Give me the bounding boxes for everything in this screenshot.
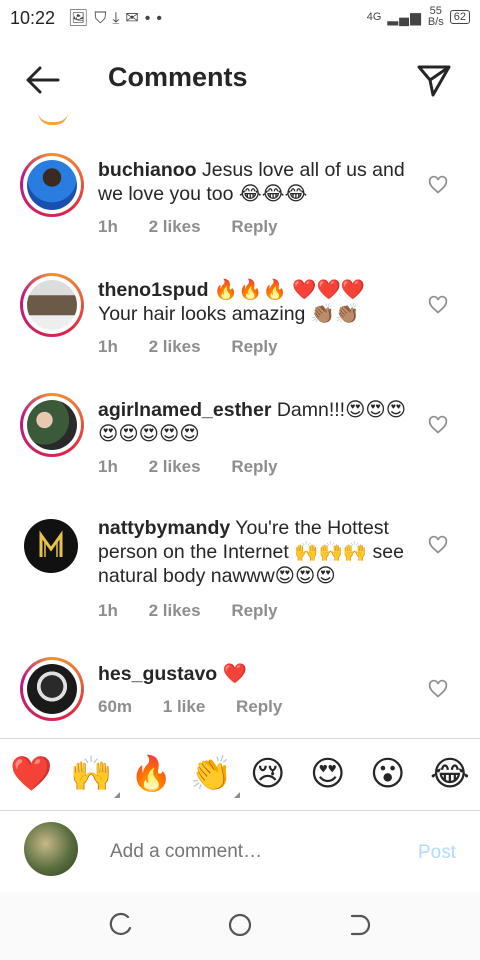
avatar[interactable] xyxy=(20,153,84,217)
recent-apps-icon[interactable] xyxy=(108,912,134,938)
comment-time: 1h xyxy=(98,601,118,620)
comment-username[interactable]: buchianoo xyxy=(98,159,197,181)
comment-meta: 1h 2 likes Reply xyxy=(98,457,304,477)
reaction-fire-button[interactable]: 🔥 xyxy=(130,754,172,794)
like-heart-icon[interactable] xyxy=(428,679,448,699)
comment-likes[interactable]: 1 like xyxy=(163,697,206,716)
reaction-heart-eyes-button[interactable]: 😍 xyxy=(310,754,345,794)
quick-reactions-bar: ❤️ 🙌 🔥 👏 😢 😍 😮 😂 xyxy=(0,748,480,804)
like-heart-icon[interactable] xyxy=(428,415,448,435)
comment-text: agirlnamed_esther Damn!!!😍😍😍😍😍😍😍😍 xyxy=(98,398,408,446)
reply-button[interactable]: Reply xyxy=(231,601,277,620)
reaction-cry-button[interactable]: 😢 xyxy=(250,754,285,794)
avatar[interactable] xyxy=(20,515,84,579)
reaction-wow-button[interactable]: 😮 xyxy=(370,754,405,794)
reply-button[interactable]: Reply xyxy=(231,217,277,236)
back-nav-icon[interactable] xyxy=(346,912,372,938)
reaction-clap-button[interactable]: 👏 xyxy=(190,754,241,798)
comment-time: 60m xyxy=(98,697,133,716)
skin-tone-indicator xyxy=(114,792,121,798)
skin-tone-indicator xyxy=(234,792,241,798)
comment-likes[interactable]: 2 likes xyxy=(149,457,201,476)
post-button[interactable]: Post xyxy=(418,842,456,864)
like-heart-icon[interactable] xyxy=(428,175,448,195)
comment-likes[interactable]: 2 likes xyxy=(149,337,201,356)
comment-username[interactable]: nattybymandy xyxy=(98,517,230,539)
status-bar: 10:22 🖼⛉⤓✉•• 4G ▂▄▆ 55 B/s 62 xyxy=(0,0,480,36)
like-heart-icon[interactable] xyxy=(428,535,448,555)
signal-icon: ▂▄▆ xyxy=(387,8,422,25)
comment-text: theno1spud 🔥🔥🔥 ❤️❤️❤️ Your hair looks am… xyxy=(98,278,408,326)
comment-composer: Post xyxy=(0,812,480,892)
divider xyxy=(0,738,480,739)
add-comment-input[interactable] xyxy=(108,840,402,864)
network-label: 4G xyxy=(366,11,382,23)
reply-button[interactable]: Reply xyxy=(231,457,277,476)
previous-avatar-edge xyxy=(38,112,68,125)
back-arrow-icon[interactable] xyxy=(22,64,62,96)
comment-text: nattybymandy You're the Hottest person o… xyxy=(98,516,408,588)
comment-body: ❤️ xyxy=(217,663,247,685)
direct-send-icon[interactable] xyxy=(416,62,452,98)
comment-username[interactable]: theno1spud xyxy=(98,279,209,301)
comment-username[interactable]: hes_gustavo xyxy=(98,663,217,685)
avatar[interactable] xyxy=(20,273,84,337)
reaction-raised-hands-emoji: 🙌 xyxy=(70,755,113,793)
like-heart-icon[interactable] xyxy=(428,295,448,315)
comment-meta: 1h 2 likes Reply xyxy=(98,601,304,621)
comment-text: hes_gustavo ❤️ xyxy=(98,662,408,686)
net-speed: 55 B/s xyxy=(428,6,444,28)
reaction-clap-emoji: 👏 xyxy=(190,755,233,793)
comment-likes[interactable]: 2 likes xyxy=(149,601,201,620)
comment-meta: 60m 1 like Reply xyxy=(98,697,308,717)
comment-text: buchianoo Jesus love all of us and we lo… xyxy=(98,158,408,206)
reply-button[interactable]: Reply xyxy=(236,697,282,716)
reaction-laugh-button[interactable]: 😂 xyxy=(430,754,470,794)
comment-time: 1h xyxy=(98,217,118,236)
net-speed-unit: B/s xyxy=(427,16,444,28)
avatar[interactable] xyxy=(20,657,84,721)
avatar[interactable] xyxy=(20,393,84,457)
page-title: Comments xyxy=(108,62,248,92)
system-nav-bar xyxy=(0,892,480,960)
comment-username[interactable]: agirlnamed_esther xyxy=(98,399,271,421)
status-time: 10:22 xyxy=(10,8,56,28)
battery-icon: 62 xyxy=(449,10,470,24)
nattybymandy-logo xyxy=(39,530,63,557)
reaction-raised-hands-button[interactable]: 🙌 xyxy=(70,754,121,798)
comment-likes[interactable]: 2 likes xyxy=(149,217,201,236)
home-icon[interactable] xyxy=(227,912,253,938)
comment-time: 1h xyxy=(98,457,118,476)
status-right: 4G ▂▄▆ 55 B/s 62 xyxy=(367,6,470,28)
reaction-heart-button[interactable]: ❤️ xyxy=(10,754,52,794)
app-header: Comments xyxy=(0,48,480,112)
comment-time: 1h xyxy=(98,337,118,356)
divider xyxy=(0,810,480,811)
reply-button[interactable]: Reply xyxy=(231,337,277,356)
current-user-avatar xyxy=(24,822,78,876)
notification-icons: 🖼⛉⤓✉•• xyxy=(68,10,168,27)
comment-meta: 1h 2 likes Reply xyxy=(98,217,304,237)
comment-meta: 1h 2 likes Reply xyxy=(98,337,304,357)
